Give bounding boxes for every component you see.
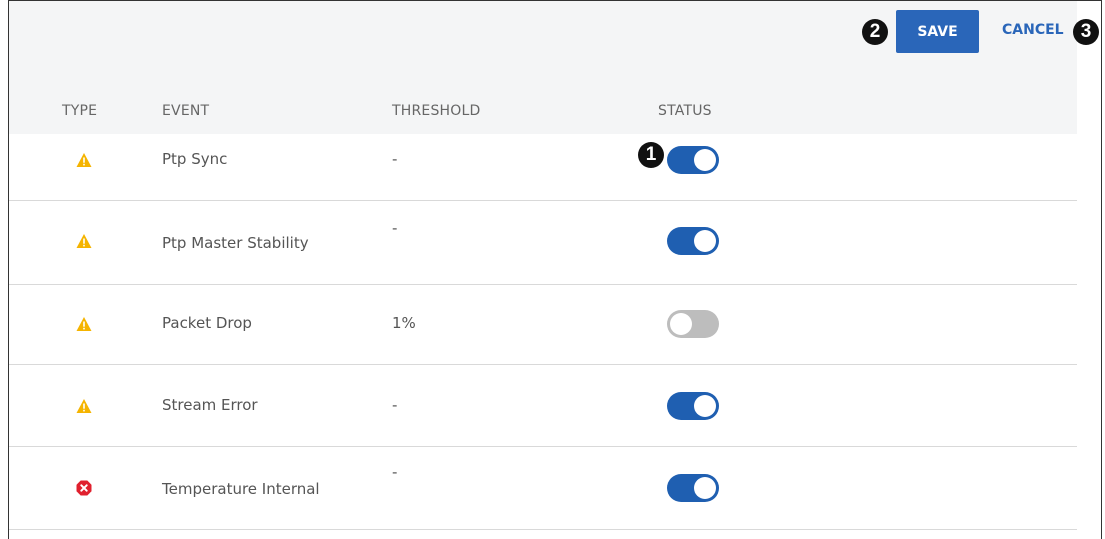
row-divider xyxy=(9,284,1077,285)
status-toggle[interactable] xyxy=(667,474,719,502)
row-divider xyxy=(9,200,1077,201)
column-header-status: STATUS xyxy=(658,103,712,119)
save-button[interactable]: SAVE xyxy=(896,10,979,53)
event-name: Ptp Sync xyxy=(162,150,228,168)
toggle-knob xyxy=(694,477,716,499)
status-toggle[interactable] xyxy=(667,146,719,174)
callout-2: 2 xyxy=(862,19,888,45)
row-divider xyxy=(9,446,1077,447)
event-name: Ptp Master Stability xyxy=(162,234,309,252)
threshold-value: - xyxy=(392,396,398,414)
row-divider xyxy=(9,364,1077,365)
callout-1: 1 xyxy=(638,142,664,168)
warning-icon xyxy=(76,316,92,332)
row-divider xyxy=(9,529,1077,530)
cancel-button[interactable]: CANCEL xyxy=(1002,22,1064,42)
toggle-knob xyxy=(670,313,692,335)
status-toggle[interactable] xyxy=(667,227,719,255)
callout-3: 3 xyxy=(1073,19,1099,45)
error-icon xyxy=(76,480,92,496)
status-toggle[interactable] xyxy=(667,310,719,338)
threshold-value: - xyxy=(392,219,398,237)
toggle-knob xyxy=(694,395,716,417)
toggle-knob xyxy=(694,230,716,252)
threshold-value: - xyxy=(392,150,398,168)
warning-icon xyxy=(76,233,92,249)
event-name: Temperature Internal xyxy=(162,480,320,498)
event-name: Packet Drop xyxy=(162,314,252,332)
column-header-threshold: THRESHOLD xyxy=(392,103,481,119)
toggle-knob xyxy=(694,149,716,171)
threshold-value: 1% xyxy=(392,314,416,332)
event-name: Stream Error xyxy=(162,396,258,414)
column-header-type: TYPE xyxy=(62,103,98,119)
status-toggle[interactable] xyxy=(667,392,719,420)
warning-icon xyxy=(76,398,92,414)
threshold-value: - xyxy=(392,463,398,481)
warning-icon xyxy=(76,152,92,168)
column-header-event: EVENT xyxy=(162,103,210,119)
